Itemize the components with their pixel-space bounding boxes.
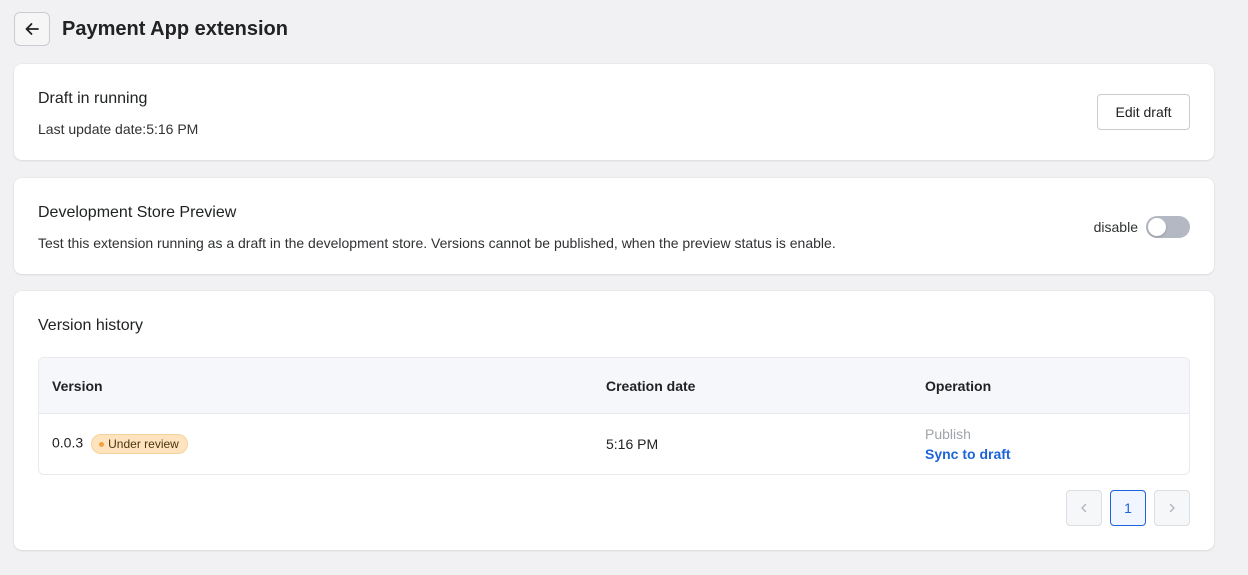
preview-toggle-group: disable [1094, 216, 1190, 238]
page-title: Payment App extension [62, 17, 288, 40]
preview-description: Test this extension running as a draft i… [38, 235, 836, 251]
draft-card: Draft in running Last update date:5:16 P… [14, 64, 1214, 160]
preview-toggle[interactable] [1146, 216, 1190, 238]
creation-date-cell: 5:16 PM [606, 436, 659, 452]
chevron-left-icon [1081, 503, 1087, 513]
column-header-version: Version [52, 378, 103, 394]
pagination: 1 [1066, 490, 1190, 526]
toggle-knob [1148, 218, 1166, 236]
column-header-creation-date: Creation date [606, 378, 696, 394]
sync-to-draft-link[interactable]: Sync to draft [925, 446, 1011, 462]
preview-card: Development Store Preview Test this exte… [14, 178, 1214, 274]
operation-cell: Publish Sync to draft [925, 426, 1011, 462]
status-badge: Under review [91, 434, 188, 454]
back-button[interactable] [14, 12, 50, 46]
version-history-title: Version history [38, 317, 143, 334]
table-row: 0.0.3 Under review 5:16 PM Publish Sync t… [39, 414, 1189, 474]
toggle-label: disable [1093, 219, 1138, 235]
version-table: Version Creation date Operation 0.0.3 Und… [38, 357, 1190, 475]
page-header: Payment App extension [14, 12, 288, 46]
last-update-date: Last update date:5:16 PM [38, 121, 199, 137]
next-page-button[interactable] [1154, 490, 1190, 526]
version-history-card: Version history Version Creation date Op… [14, 291, 1214, 550]
page-button-1[interactable]: 1 [1110, 490, 1146, 526]
column-header-operation: Operation [925, 378, 992, 394]
version-number: 0.0.3 [52, 434, 84, 451]
draft-title: Draft in running [38, 90, 148, 107]
page: Payment App extension Draft in running L… [0, 0, 1248, 575]
status-dot-icon [99, 441, 105, 447]
prev-page-button[interactable] [1066, 490, 1102, 526]
table-header: Version Creation date Operation [39, 358, 1189, 414]
edit-draft-button[interactable]: Edit draft [1097, 94, 1190, 130]
arrow-left-icon [25, 23, 39, 35]
preview-title: Development Store Preview [38, 204, 237, 221]
chevron-right-icon [1169, 503, 1175, 513]
version-cell: 0.0.3 Under review [52, 434, 188, 454]
publish-action: Publish [925, 426, 971, 442]
status-badge-label: Under review [108, 437, 179, 451]
